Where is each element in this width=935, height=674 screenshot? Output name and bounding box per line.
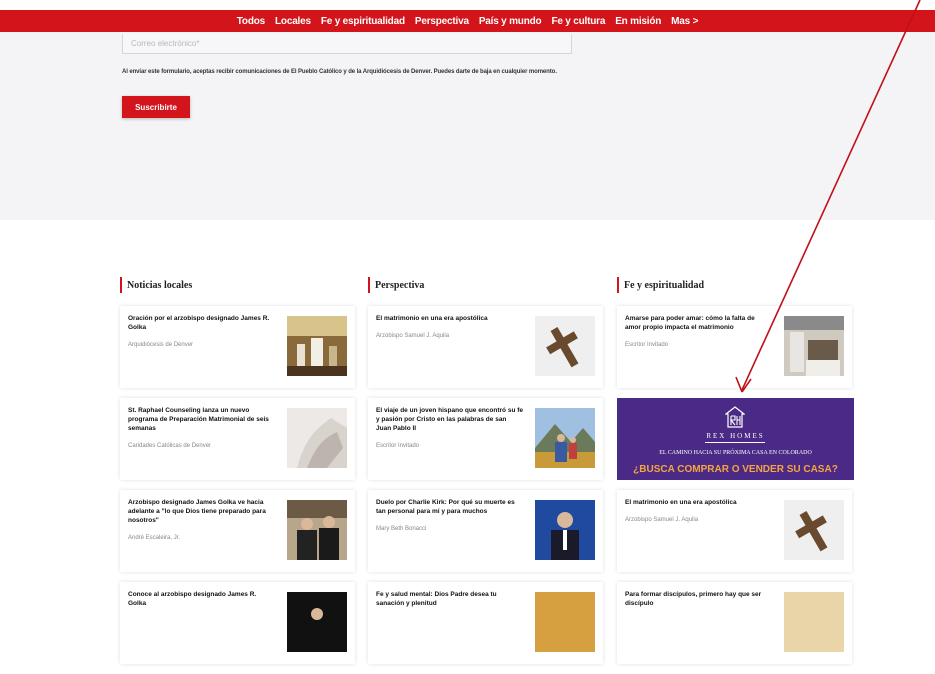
nav-perspectiva[interactable]: Perspectiva: [415, 16, 469, 27]
article-card[interactable]: Oración por el arzobispo designado James…: [120, 306, 355, 388]
article-author: Arzobispo Samuel J. Aquila: [376, 333, 450, 339]
email-input[interactable]: Correo electrónico*: [122, 34, 572, 54]
nav-mas[interactable]: Mas >: [671, 16, 698, 27]
column-noticias-locales: Noticias locales Oración por el arzobisp…: [120, 276, 355, 674]
nav-en-mision[interactable]: En misión: [615, 16, 661, 27]
section-heading-label: Perspectiva: [375, 279, 425, 291]
nav-fe-cultura[interactable]: Fe y cultura: [551, 16, 605, 27]
article-thumbnail[interactable]: [535, 500, 595, 560]
article-title[interactable]: Oración por el arzobispo designado James…: [128, 314, 275, 332]
article-author: Mary Beth Bonacci: [376, 526, 427, 532]
article-author: André Escaleira, Jr.: [128, 535, 181, 541]
article-title[interactable]: Duelo por Charlie Kirk: Por qué su muert…: [376, 498, 523, 516]
column-fe-espiritualidad: Fe y espiritualidad Amarse para poder am…: [617, 276, 854, 674]
nav-locales[interactable]: Locales: [275, 16, 311, 27]
consent-text: Al enviar este formulario, aceptas recib…: [122, 69, 557, 75]
article-author: Arzobispo Samuel J. Aquila: [625, 517, 699, 523]
article-author: Escritor Invitado: [625, 342, 669, 348]
article-thumbnail[interactable]: [784, 316, 844, 376]
article-card[interactable]: Para formar discípulos, primero hay que …: [617, 582, 852, 664]
article-card[interactable]: El matrimonio en una era apostólica Arzo…: [617, 490, 852, 572]
ad-cta[interactable]: ¿BUSCA COMPRAR O VENDER SU CASA?: [617, 464, 854, 475]
article-thumbnail[interactable]: [535, 316, 595, 376]
article-card[interactable]: Fe y salud mental: Dios Padre desea tu s…: [368, 582, 603, 664]
article-card[interactable]: Arzobispo designado James Golka ve hacia…: [120, 490, 355, 572]
section-heading-label: Noticias locales: [127, 279, 193, 291]
ad-brand: REX HOMES: [706, 432, 765, 440]
article-thumbnail[interactable]: [287, 592, 347, 652]
nav-todos[interactable]: Todos: [237, 16, 265, 27]
article-thumbnail[interactable]: [535, 408, 595, 468]
article-title[interactable]: Arzobispo designado James Golka ve hacia…: [128, 498, 275, 525]
article-card[interactable]: El viaje de un joven hispano que encontr…: [368, 398, 603, 480]
nav-fe-espiritualidad[interactable]: Fe y espiritualidad: [321, 16, 405, 27]
section-heading-label: Fe y espiritualidad: [624, 279, 705, 291]
article-title[interactable]: El viaje de un joven hispano que encontr…: [376, 406, 523, 433]
article-author: Caridades Católicas de Denver: [128, 443, 212, 449]
article-thumbnail[interactable]: [287, 408, 347, 468]
article-author: Arquidiócesis de Denver: [128, 342, 194, 348]
article-thumbnail[interactable]: [784, 592, 844, 652]
rex-homes-ad[interactable]: REX HOMES EL CAMINO HACIA SU PRÓXIMA CAS…: [617, 398, 854, 480]
article-card[interactable]: Amarse para poder amar: cómo la falta de…: [617, 306, 852, 388]
article-card[interactable]: Duelo por Charlie Kirk: Por qué su muert…: [368, 490, 603, 572]
section-heading: Noticias locales: [120, 276, 355, 294]
column-perspectiva: Perspectiva El matrimonio en una era apo…: [368, 276, 603, 674]
article-title[interactable]: El matrimonio en una era apostólica: [376, 314, 523, 323]
section-heading: Perspectiva: [368, 276, 603, 294]
article-title[interactable]: Para formar discípulos, primero hay que …: [625, 590, 772, 608]
section-heading: Fe y espiritualidad: [617, 276, 852, 294]
ad-divider: [705, 442, 765, 443]
rex-homes-logo-icon: [725, 406, 745, 428]
article-title[interactable]: St. Raphael Counseling lanza un nuevo pr…: [128, 406, 275, 433]
article-card[interactable]: St. Raphael Counseling lanza un nuevo pr…: [120, 398, 355, 480]
top-strip: [0, 0, 935, 10]
article-title[interactable]: Fe y salud mental: Dios Padre desea tu s…: [376, 590, 523, 608]
article-author: Escritor Invitado: [376, 443, 420, 449]
article-title[interactable]: Amarse para poder amar: cómo la falta de…: [625, 314, 772, 332]
article-title[interactable]: Conoce al arzobispo designado James R. G…: [128, 590, 275, 608]
article-thumbnail[interactable]: [784, 500, 844, 560]
article-card[interactable]: El matrimonio en una era apostólica Arzo…: [368, 306, 603, 388]
newsletter-form: Correo electrónico* Al enviar este formu…: [0, 32, 935, 220]
article-thumbnail[interactable]: [287, 500, 347, 560]
article-card[interactable]: Conoce al arzobispo designado James R. G…: [120, 582, 355, 664]
category-nav: Todos Locales Fe y espiritualidad Perspe…: [0, 10, 935, 32]
article-thumbnail[interactable]: [535, 592, 595, 652]
article-title[interactable]: El matrimonio en una era apostólica: [625, 498, 772, 507]
nav-pais-mundo[interactable]: País y mundo: [479, 16, 542, 27]
article-thumbnail[interactable]: [287, 316, 347, 376]
subscribe-button[interactable]: Suscribirte: [122, 96, 190, 118]
ad-subtitle: EL CAMINO HACIA SU PRÓXIMA CASA EN COLOR…: [659, 450, 812, 456]
